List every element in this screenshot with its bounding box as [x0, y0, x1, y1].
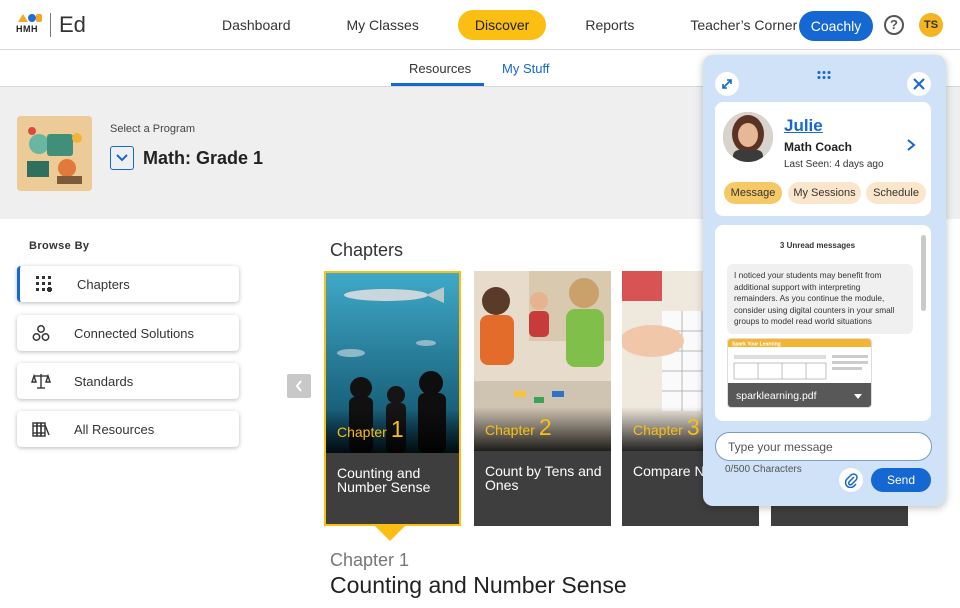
attachment-preview[interactable]: Spark Your Learning sparklearning.pdf	[727, 338, 872, 408]
coachly-button[interactable]: Coachly	[799, 11, 873, 41]
browse-item-label: Chapters	[77, 276, 130, 292]
detail-chapter-label: Chapter 1	[330, 550, 410, 570]
detail-chapter-title: Counting and Number Sense	[330, 572, 627, 598]
attachment-filename[interactable]: sparklearning.pdf	[736, 390, 817, 402]
program-title[interactable]: Math: Grade 1	[143, 148, 263, 169]
character-count: 0/500 Characters	[725, 464, 802, 475]
attachment-heading: Spark Your Learning	[732, 342, 781, 348]
chapter-number-label: Chapter 1	[337, 416, 404, 442]
coach-name-link[interactable]: Julie	[784, 116, 823, 136]
nav-teachers-corner[interactable]: Teacher’s Corner	[673, 10, 814, 40]
hmh-ed-logo[interactable]: HMH Ed	[16, 12, 86, 38]
browse-by-label: Browse By	[29, 240, 90, 252]
browse-item-standards[interactable]: Standards	[17, 363, 239, 399]
message-thread: 3 Unread messages I noticed your student…	[715, 225, 931, 421]
scale-icon	[31, 371, 51, 391]
coachly-panel: Julie Math Coach Last Seen: 4 days ago M…	[703, 55, 946, 506]
chapter-number-label: Chapter 3	[633, 414, 700, 440]
close-icon[interactable]	[907, 72, 931, 96]
chapter-card-2[interactable]: Chapter 2 Count by Tens and Ones	[474, 271, 611, 526]
coach-tab-message[interactable]: Message	[724, 182, 782, 204]
expand-icon[interactable]	[715, 72, 739, 96]
coach-role: Math Coach	[784, 140, 853, 154]
send-button[interactable]: Send	[871, 468, 931, 492]
top-navigation: HMH Ed Dashboard My Classes Discover Rep…	[0, 0, 960, 50]
chevron-left-icon[interactable]	[287, 374, 311, 398]
grid-plus-icon	[34, 274, 54, 294]
question-circle-icon[interactable]: ?	[884, 15, 904, 35]
chapter-number-label: Chapter 2	[485, 414, 552, 440]
user-avatar[interactable]: TS	[919, 13, 943, 37]
selected-chapter-indicator	[373, 524, 407, 541]
message-input[interactable]	[715, 432, 932, 461]
message-scrollbar[interactable]	[921, 235, 926, 311]
chapter-card-1[interactable]: Chapter 1 Counting and Number Sense	[324, 271, 461, 526]
message-bubble: I noticed your students may benefit from…	[727, 264, 913, 334]
browse-item-chapters[interactable]: Chapters	[17, 266, 239, 302]
connected-circles-icon	[31, 323, 51, 343]
hmh-logo-mark: HMH	[16, 12, 42, 38]
logo-brand-text: HMH	[16, 24, 38, 34]
browse-item-label: All Resources	[74, 421, 155, 437]
select-program-label: Select a Program	[110, 123, 195, 135]
paperclip-icon[interactable]	[839, 468, 863, 492]
chevron-down-icon[interactable]	[110, 146, 134, 170]
browse-item-all-resources[interactable]: All Resources	[17, 411, 239, 447]
logo-product-text: Ed	[59, 12, 86, 37]
chapters-heading: Chapters	[330, 240, 404, 260]
tab-my-stuff[interactable]: My Stuff	[502, 61, 549, 76]
program-illustration	[17, 116, 92, 191]
browse-item-label: Connected Solutions	[74, 325, 194, 341]
nav-my-classes[interactable]: My Classes	[330, 10, 436, 40]
main-nav-links: Dashboard My Classes Discover Reports Te…	[205, 10, 836, 40]
books-icon	[31, 419, 51, 439]
chapter-name: Counting and Number Sense	[337, 465, 431, 495]
tab-resources[interactable]: Resources	[409, 61, 471, 76]
coach-avatar	[723, 112, 773, 162]
unread-count: 3 Unread messages	[779, 241, 856, 250]
nav-reports[interactable]: Reports	[568, 10, 651, 40]
drag-handle-icon[interactable]	[816, 67, 832, 79]
logo-divider	[50, 13, 51, 37]
coach-profile-card: Julie Math Coach Last Seen: 4 days ago M…	[715, 102, 931, 216]
browse-item-connected-solutions[interactable]: Connected Solutions	[17, 315, 239, 351]
chapter-name: Count by Tens and Ones	[485, 463, 602, 493]
coach-tab-schedule[interactable]: Schedule	[866, 182, 926, 204]
chevron-right-icon[interactable]	[905, 138, 917, 152]
browse-item-label: Standards	[74, 373, 134, 389]
chevron-down-icon[interactable]	[854, 394, 862, 399]
active-tab-indicator	[391, 83, 484, 86]
nav-discover[interactable]: Discover	[457, 10, 547, 40]
nav-dashboard[interactable]: Dashboard	[205, 10, 308, 40]
coach-last-seen: Last Seen: 4 days ago	[784, 159, 884, 170]
coach-tab-my-sessions[interactable]: My Sessions	[788, 182, 861, 204]
